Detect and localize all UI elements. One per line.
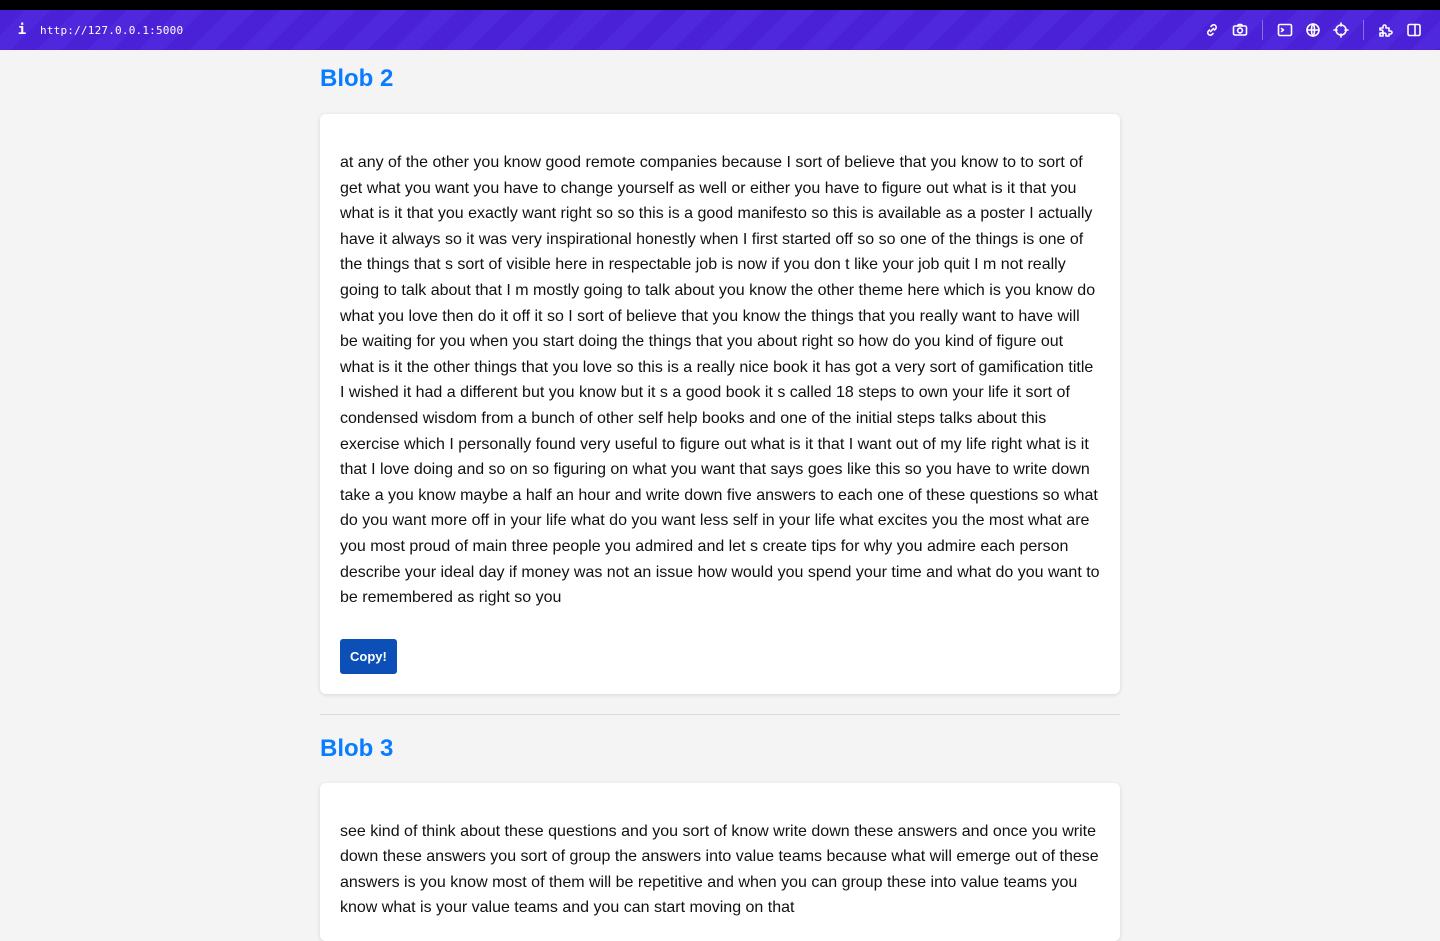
toolbar-divider (1363, 20, 1364, 40)
blob-text: see kind of think about these questions … (340, 822, 1099, 917)
section-divider (320, 713, 1120, 715)
terminal-icon[interactable] (1271, 16, 1299, 44)
url-label[interactable]: http://127.0.0.1:5000 (40, 24, 183, 37)
blob-list: Blob 2 at any of the other you know good… (320, 50, 1120, 941)
blob-section: Blob 3 see kind of think about these que… (320, 735, 1120, 941)
blob-card: at any of the other you know good remote… (320, 114, 1120, 694)
blob-title: Blob 3 (320, 734, 394, 762)
toolbar-actions (1198, 16, 1428, 44)
blob-text: at any of the other you know good remote… (340, 154, 1100, 607)
globe-icon[interactable] (1299, 16, 1327, 44)
link-icon[interactable] (1198, 16, 1226, 44)
blob-card: see kind of think about these questions … (320, 782, 1120, 941)
crosshair-icon[interactable] (1327, 16, 1355, 44)
blob-section: Blob 2 at any of the other you know good… (320, 65, 1120, 694)
split-view-icon[interactable] (1400, 16, 1428, 44)
extensions-icon[interactable] (1372, 16, 1400, 44)
copy-button[interactable]: Copy! (340, 638, 397, 674)
screen-top-bezel (0, 0, 1440, 10)
info-icon[interactable]: i (12, 22, 32, 38)
dev-toolbar: i http://127.0.0.1:5000 (0, 10, 1440, 50)
camera-icon[interactable] (1226, 16, 1254, 44)
toolbar-divider (1262, 20, 1263, 40)
blob-title: Blob 2 (320, 65, 394, 92)
